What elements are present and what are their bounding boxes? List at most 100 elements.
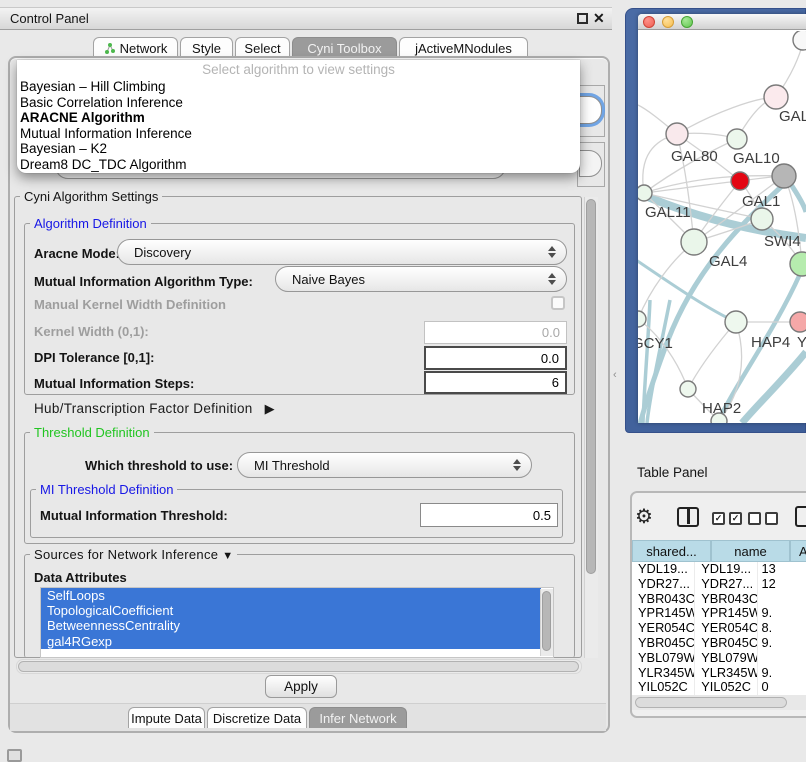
tab-impute-data[interactable]: Impute Data <box>128 707 205 728</box>
table-cell <box>758 592 806 607</box>
mi-steps-field[interactable]: 6 <box>424 371 567 394</box>
deselect-checkbox-icon-2[interactable] <box>765 512 778 525</box>
app-screen: Control Panel ✕ Network Style Select Cyn… <box>0 0 806 762</box>
algorithm-item[interactable]: Bayesian – K2 <box>17 141 580 157</box>
algorithm-select-fragment[interactable] <box>579 96 602 124</box>
attribute-list-item[interactable]: SelfLoops <box>41 588 541 603</box>
dpi-tolerance-label: DPI Tolerance [0,1]: <box>34 350 154 365</box>
column-header-partial[interactable]: A <box>790 540 806 562</box>
tab-style[interactable]: Style <box>180 37 233 58</box>
manual-kernel-checkbox[interactable] <box>551 296 565 310</box>
network-canvas[interactable]: GAL7GAL80GAL10GAL11GAL1SWI4GAL4GCY1HAP4Y… <box>638 31 806 423</box>
network-node[interactable] <box>793 31 806 50</box>
apply-button[interactable]: Apply <box>265 675 337 698</box>
table-panel-title: Table Panel <box>637 465 708 480</box>
settings-group-title: Cyni Algorithm Settings <box>20 189 162 204</box>
close-panel-icon[interactable]: ✕ <box>593 10 605 27</box>
mi-threshold-label: Mutual Information Threshold: <box>40 508 228 523</box>
tab-infer-network[interactable]: Infer Network <box>309 707 407 728</box>
split-view-icon[interactable] <box>677 507 699 527</box>
table-cell: YPR145W <box>632 606 695 621</box>
table-row[interactable]: YBR045CYBR045C9. <box>632 636 806 651</box>
network-node[interactable] <box>790 252 806 276</box>
hub-tf-expander[interactable]: Hub/Transcription Factor Definition ▶ <box>34 401 275 417</box>
table-row[interactable]: YBR043CYBR043C <box>632 592 806 607</box>
network-node[interactable] <box>680 381 696 397</box>
which-threshold-select[interactable]: MI Threshold <box>237 452 532 478</box>
algorithm-dropdown-popup: Select algorithm to view settings Bayesi… <box>17 60 580 173</box>
network-tab-icon <box>104 42 116 55</box>
select-all-checkbox-icon[interactable]: ✓ <box>712 512 725 525</box>
table-cell: YLR345W <box>632 666 695 681</box>
split-bar <box>687 509 690 524</box>
table-cell: 9. <box>758 666 806 681</box>
sources-expander[interactable]: Sources for Network Inference ▼ <box>30 547 237 562</box>
table-hscrollbar-thumb[interactable] <box>635 697 787 708</box>
table-row[interactable]: YDL19...YDL19...13 <box>632 562 806 577</box>
table-cell: YBL079W <box>632 651 695 666</box>
tab-jactivemnodules[interactable]: jActiveMNodules <box>399 37 528 58</box>
window-close-icon[interactable] <box>643 16 655 28</box>
tab-discretize-data[interactable]: Discretize Data <box>207 707 307 728</box>
table-row[interactable]: YIL052CYIL052C0 <box>632 680 806 695</box>
table-cell: YER054C <box>632 621 695 636</box>
attribute-list-item[interactable]: TopologicalCoefficient <box>41 603 541 618</box>
aracne-mode-select[interactable]: Discovery <box>117 239 567 265</box>
deselect-checkbox-icon[interactable] <box>748 512 761 525</box>
window-minimize-icon[interactable] <box>662 16 674 28</box>
table-row[interactable]: YPR145WYPR145W9. <box>632 606 806 621</box>
algorithm-item[interactable]: Basic Correlation Inference <box>17 95 580 111</box>
column-header-name[interactable]: name <box>711 540 790 562</box>
network-node[interactable] <box>731 172 749 190</box>
float-panel-button[interactable] <box>577 13 588 24</box>
mi-threshold-field[interactable]: 0.5 <box>420 503 558 527</box>
table-cell: YBR043C <box>695 592 758 607</box>
settings-hscrollbar-thumb[interactable] <box>18 661 579 672</box>
node-label: Y <box>797 334 806 351</box>
data-attributes-list: SelfLoopsTopologicalCoefficientBetweenne… <box>40 587 554 658</box>
table-row[interactable]: YER054CYER054C8. <box>632 621 806 636</box>
network-node[interactable] <box>638 185 652 201</box>
algorithm-item[interactable]: Dream8 DC_TDC Algorithm <box>17 157 580 173</box>
algorithm-item[interactable]: ARACNE Algorithm <box>17 110 580 126</box>
window-zoom-icon[interactable] <box>681 16 693 28</box>
attribute-list-item[interactable]: gal4RGexp <box>41 634 541 649</box>
table-cell: 12 <box>758 577 806 592</box>
network-node[interactable] <box>751 208 773 230</box>
attribute-list-item[interactable]: BetweennessCentrality <box>41 618 541 633</box>
table-cell: YDR27... <box>695 577 758 592</box>
mi-type-select[interactable]: Naive Bayes <box>275 266 567 292</box>
column-header-shared-name[interactable]: shared... <box>632 540 711 562</box>
table-function-icon[interactable] <box>795 506 806 527</box>
table-cell: YBR045C <box>632 636 695 651</box>
table-cell: 8. <box>758 621 806 636</box>
network-node[interactable] <box>711 413 727 423</box>
network-node[interactable] <box>772 164 796 188</box>
algorithm-item[interactable]: Bayesian – Hill Climbing <box>17 79 580 95</box>
network-node[interactable] <box>725 311 747 333</box>
splitter-collapse-icon[interactable]: ‹ <box>613 369 617 381</box>
table-row[interactable]: YDR27...YDR27...12 <box>632 577 806 592</box>
node-label: GAL11 <box>645 204 691 221</box>
minimized-panel-icon[interactable] <box>7 749 22 762</box>
table-row[interactable]: YLR345WYLR345W9. <box>632 666 806 681</box>
network-node[interactable] <box>681 229 707 255</box>
tab-cyni-toolbox[interactable]: Cyni Toolbox <box>292 37 397 58</box>
attr-list-scrollbar-thumb[interactable] <box>542 591 551 651</box>
network-node[interactable] <box>666 123 688 145</box>
gear-icon[interactable]: ⚙ <box>635 504 653 529</box>
network-node[interactable] <box>790 312 806 332</box>
network-node[interactable] <box>764 85 788 109</box>
select-all-checkbox-icon-2[interactable]: ✓ <box>729 512 742 525</box>
network-node[interactable] <box>727 129 747 149</box>
collapsed-arrow-icon: ▶ <box>265 401 275 416</box>
tab-network[interactable]: Network <box>93 37 178 58</box>
combo-arrows-icon <box>544 273 566 285</box>
table-row[interactable]: YBL079WYBL079W <box>632 651 806 666</box>
algorithm-item[interactable]: Mutual Information Inference <box>17 126 580 142</box>
tab-select[interactable]: Select <box>235 37 290 58</box>
kernel-width-field[interactable]: 0.0 <box>424 321 567 344</box>
settings-vscrollbar-thumb[interactable] <box>586 199 596 574</box>
table-cell: YDL19... <box>695 562 758 577</box>
dpi-tolerance-field[interactable]: 0.0 <box>424 346 567 370</box>
